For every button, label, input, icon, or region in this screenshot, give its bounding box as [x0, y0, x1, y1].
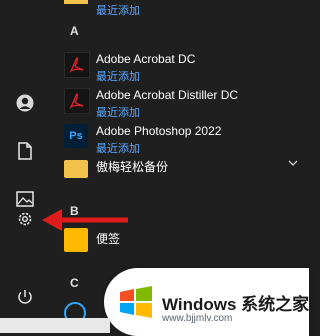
app-name: Adobe Acrobat DC [96, 52, 196, 66]
gear-icon [18, 212, 32, 226]
adobe-acrobat-icon [64, 52, 90, 78]
folder-icon [64, 0, 88, 4]
user-icon [16, 94, 34, 112]
app-subtitle: 最近添加 [96, 70, 140, 83]
section-letter[interactable]: C [70, 276, 79, 290]
adobe-acrobat-distiller-icon [64, 88, 90, 114]
settings-button[interactable] [8, 202, 42, 236]
power-button[interactable] [8, 280, 42, 314]
photoshop-icon: Ps [64, 124, 88, 148]
power-icon [18, 290, 32, 304]
app-subtitle: 最近添加 [96, 106, 140, 119]
section-letter[interactable]: A [70, 24, 79, 38]
folder-icon [64, 160, 88, 178]
watermark: Windows 系统之家 www.bjjmlv.com [104, 268, 309, 336]
app-name: 傲梅轻松备份 [96, 160, 169, 174]
watermark-title: Windows 系统之家 [162, 295, 310, 314]
red-arrow-annotation [42, 209, 128, 231]
app-subtitle: 最近添加 [96, 4, 140, 17]
list-item-aomei-backup[interactable]: 傲梅轻松备份 [50, 152, 305, 192]
list-item-acrobat[interactable]: Adobe Acrobat DC 最近添加 [50, 48, 305, 88]
app-name: Adobe Acrobat Distiller DC [96, 88, 239, 102]
document-icon [18, 142, 32, 160]
watermark-url: www.bjjmlv.com [162, 313, 233, 324]
app-name: Adobe Photoshop 2022 [96, 124, 222, 138]
photoshop-icon-text: Ps [69, 130, 83, 142]
list-item-partial[interactable]: 最近添加 [50, 0, 305, 20]
start-menu-rail [0, 0, 50, 333]
taskbar-strip [0, 318, 110, 333]
chevron-down-icon[interactable] [288, 159, 298, 167]
list-item-acrobat-distiller[interactable]: Adobe Acrobat Distiller DC 最近添加 [50, 84, 305, 124]
user-account-button[interactable] [8, 86, 42, 120]
documents-button[interactable] [8, 134, 42, 168]
windows-logo-icon [120, 286, 152, 318]
